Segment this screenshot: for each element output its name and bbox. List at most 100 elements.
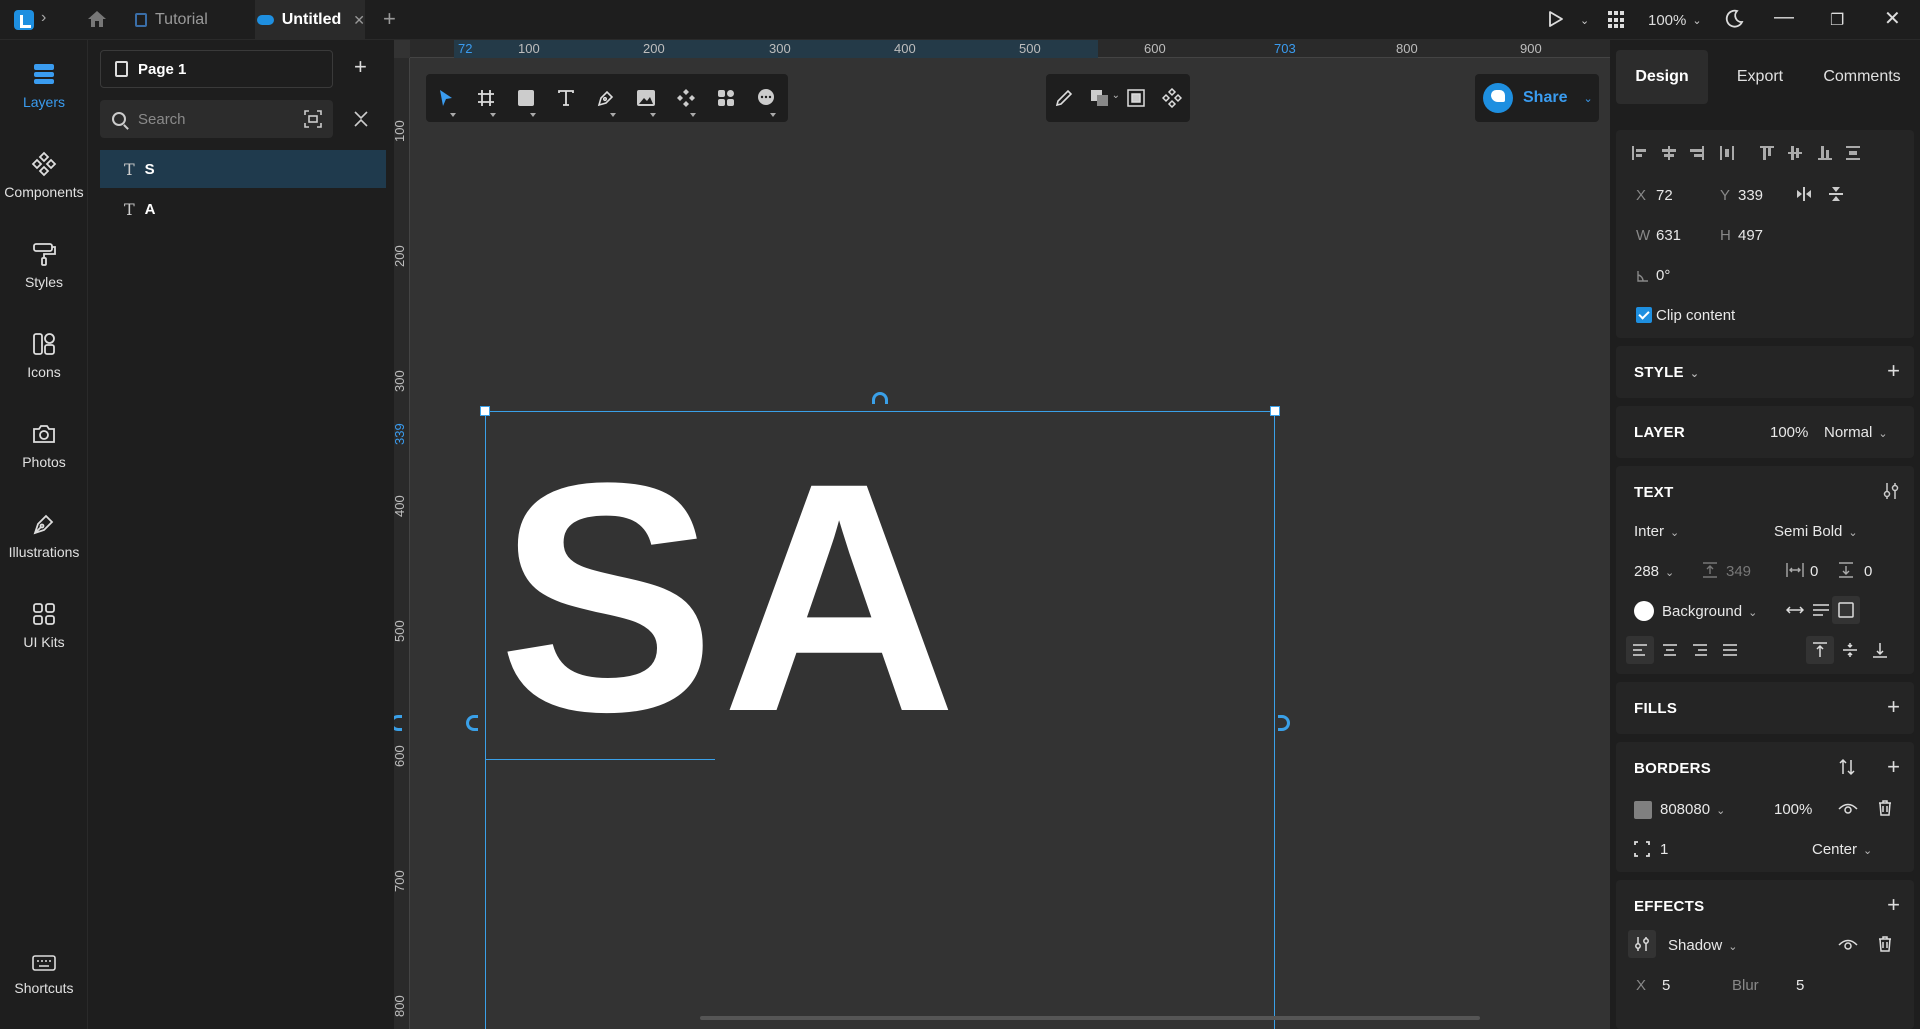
share-button[interactable]: Share ⌄ [1475,74,1599,122]
text-color-swatch[interactable] [1634,601,1654,621]
vertical-ruler[interactable]: 100 200 300 339 400 500 600 700 800 [394,58,410,1029]
rotate-handle-icon[interactable] [872,392,888,404]
resize-handle[interactable] [480,406,490,416]
minimize-icon[interactable]: — [1774,6,1794,29]
letter-spacing-input[interactable]: 0 [1810,563,1818,580]
clip-content-checkbox[interactable] [1636,307,1652,323]
effect-settings-icon[interactable] [1634,936,1650,952]
y-input[interactable]: 339 [1738,187,1763,204]
flip-horizontal-icon[interactable] [1796,186,1812,202]
rail-item-layers[interactable]: Layers [0,60,88,110]
align-right-icon[interactable] [1692,642,1708,658]
canvas[interactable]: 72 100 200 300 400 500 600 703 800 900 1… [394,40,1610,1029]
line-height-input[interactable]: 349 [1726,563,1751,580]
align-center-icon[interactable] [1662,642,1678,658]
add-page-icon[interactable]: + [354,54,367,80]
horizontal-scrollbar[interactable] [700,1016,1480,1020]
paragraph-spacing-input[interactable]: 0 [1864,563,1872,580]
maximize-icon[interactable]: ❐ [1830,10,1844,30]
text-settings-icon[interactable] [1882,482,1900,500]
apps-grid-icon[interactable] [1608,11,1626,29]
x-input[interactable]: 72 [1656,187,1673,204]
zoom-dropdown[interactable]: 100% ⌄ [1648,0,1702,40]
play-icon[interactable] [1548,10,1564,28]
boolean-tool[interactable]: ⌄ [1082,74,1120,122]
moon-icon[interactable] [1724,9,1744,29]
focus-frame-icon[interactable] [303,109,323,129]
eye-icon[interactable] [1838,802,1858,816]
rail-item-shortcuts[interactable]: Shortcuts [0,952,88,996]
edit-tool[interactable] [1046,74,1082,122]
create-component-tool[interactable] [1154,74,1190,122]
alignment-icons[interactable] [1632,144,1902,162]
align-justify-icon[interactable] [1722,642,1738,658]
page-selector[interactable]: Page 1 [100,50,333,88]
play-options-chevron-icon[interactable]: ⌄ [1580,0,1589,40]
frame-tool[interactable] [466,74,506,122]
app-logo[interactable] [14,10,34,30]
chevron-right-icon[interactable]: › [41,9,46,27]
align-left-icon[interactable] [1632,642,1648,658]
font-weight-dropdown[interactable]: Semi Bold ⌄ [1774,523,1858,540]
swap-order-icon[interactable] [1838,758,1856,776]
blend-mode-dropdown[interactable]: Normal ⌄ [1824,424,1888,441]
auto-width-icon[interactable] [1786,602,1804,618]
height-input[interactable]: 497 [1738,227,1763,244]
tab-export[interactable]: Export [1708,50,1812,104]
font-family-dropdown[interactable]: Inter ⌄ [1634,523,1679,540]
pen-tool[interactable] [586,74,626,122]
fixed-size-icon[interactable] [1838,602,1854,618]
vertical-align-bottom-icon[interactable] [1872,642,1888,658]
vertical-align-top-icon[interactable] [1812,642,1828,658]
shape-tool[interactable] [506,74,546,122]
horizontal-ruler[interactable]: 72 100 200 300 400 500 600 703 800 900 1… [410,40,1610,58]
trash-icon[interactable] [1878,936,1892,952]
home-icon[interactable] [86,9,108,29]
border-color-dropdown[interactable]: 808080 ⌄ [1660,801,1725,818]
effect-type-dropdown[interactable]: Shadow ⌄ [1668,937,1737,954]
comment-tool[interactable] [746,74,786,122]
rail-item-components[interactable]: Components [0,150,88,200]
rotate-handle-icon[interactable] [466,715,478,731]
tab-design[interactable]: Design [1616,50,1708,104]
flip-vertical-icon[interactable] [1828,186,1844,202]
auto-height-icon[interactable] [1812,602,1830,618]
add-effect-icon[interactable]: + [1887,892,1900,918]
select-tool[interactable] [426,74,466,122]
text-color-style-dropdown[interactable]: Background ⌄ [1662,603,1757,620]
canvas-text-sa[interactable]: SA [498,435,963,761]
trash-icon[interactable] [1878,800,1892,816]
layer-search[interactable] [100,100,333,138]
tab-comments[interactable]: Comments [1812,50,1912,104]
border-width-input[interactable]: 1 [1660,841,1668,858]
add-style-icon[interactable]: + [1887,358,1900,384]
rail-item-photos[interactable]: Photos [0,420,88,470]
border-position-dropdown[interactable]: Center ⌄ [1812,841,1872,858]
rail-item-icons[interactable]: Icons [0,330,88,380]
border-color-swatch[interactable] [1634,801,1652,819]
vertical-align-middle-icon[interactable] [1842,642,1858,658]
plugins-tool[interactable] [706,74,746,122]
component-tool[interactable] [666,74,706,122]
layer-row[interactable]: T A [100,190,386,228]
border-opacity-input[interactable]: 100% [1774,801,1812,818]
rail-item-styles[interactable]: Styles [0,240,88,290]
width-input[interactable]: 631 [1656,227,1681,244]
close-window-icon[interactable]: ✕ [1884,6,1901,31]
close-tab-icon[interactable]: ✕ [353,12,365,29]
search-input[interactable] [138,110,288,128]
rail-item-illustrations[interactable]: Illustrations [0,510,88,560]
rotate-handle-icon[interactable] [1278,715,1290,731]
image-tool[interactable] [626,74,666,122]
add-tab-icon[interactable]: + [383,6,396,32]
font-size-dropdown[interactable]: 288 ⌄ [1634,563,1674,580]
resize-handle[interactable] [1270,406,1280,416]
layer-row[interactable]: T S [100,150,386,188]
rotate-handle-icon[interactable] [394,715,402,731]
shadow-x-input[interactable]: 5 [1662,977,1670,994]
rail-item-ui-kits[interactable]: UI Kits [0,600,88,650]
shadow-blur-input[interactable]: 5 [1796,977,1804,994]
mask-tool[interactable] [1118,74,1154,122]
eye-icon[interactable] [1838,938,1858,952]
add-fill-icon[interactable]: + [1887,694,1900,720]
